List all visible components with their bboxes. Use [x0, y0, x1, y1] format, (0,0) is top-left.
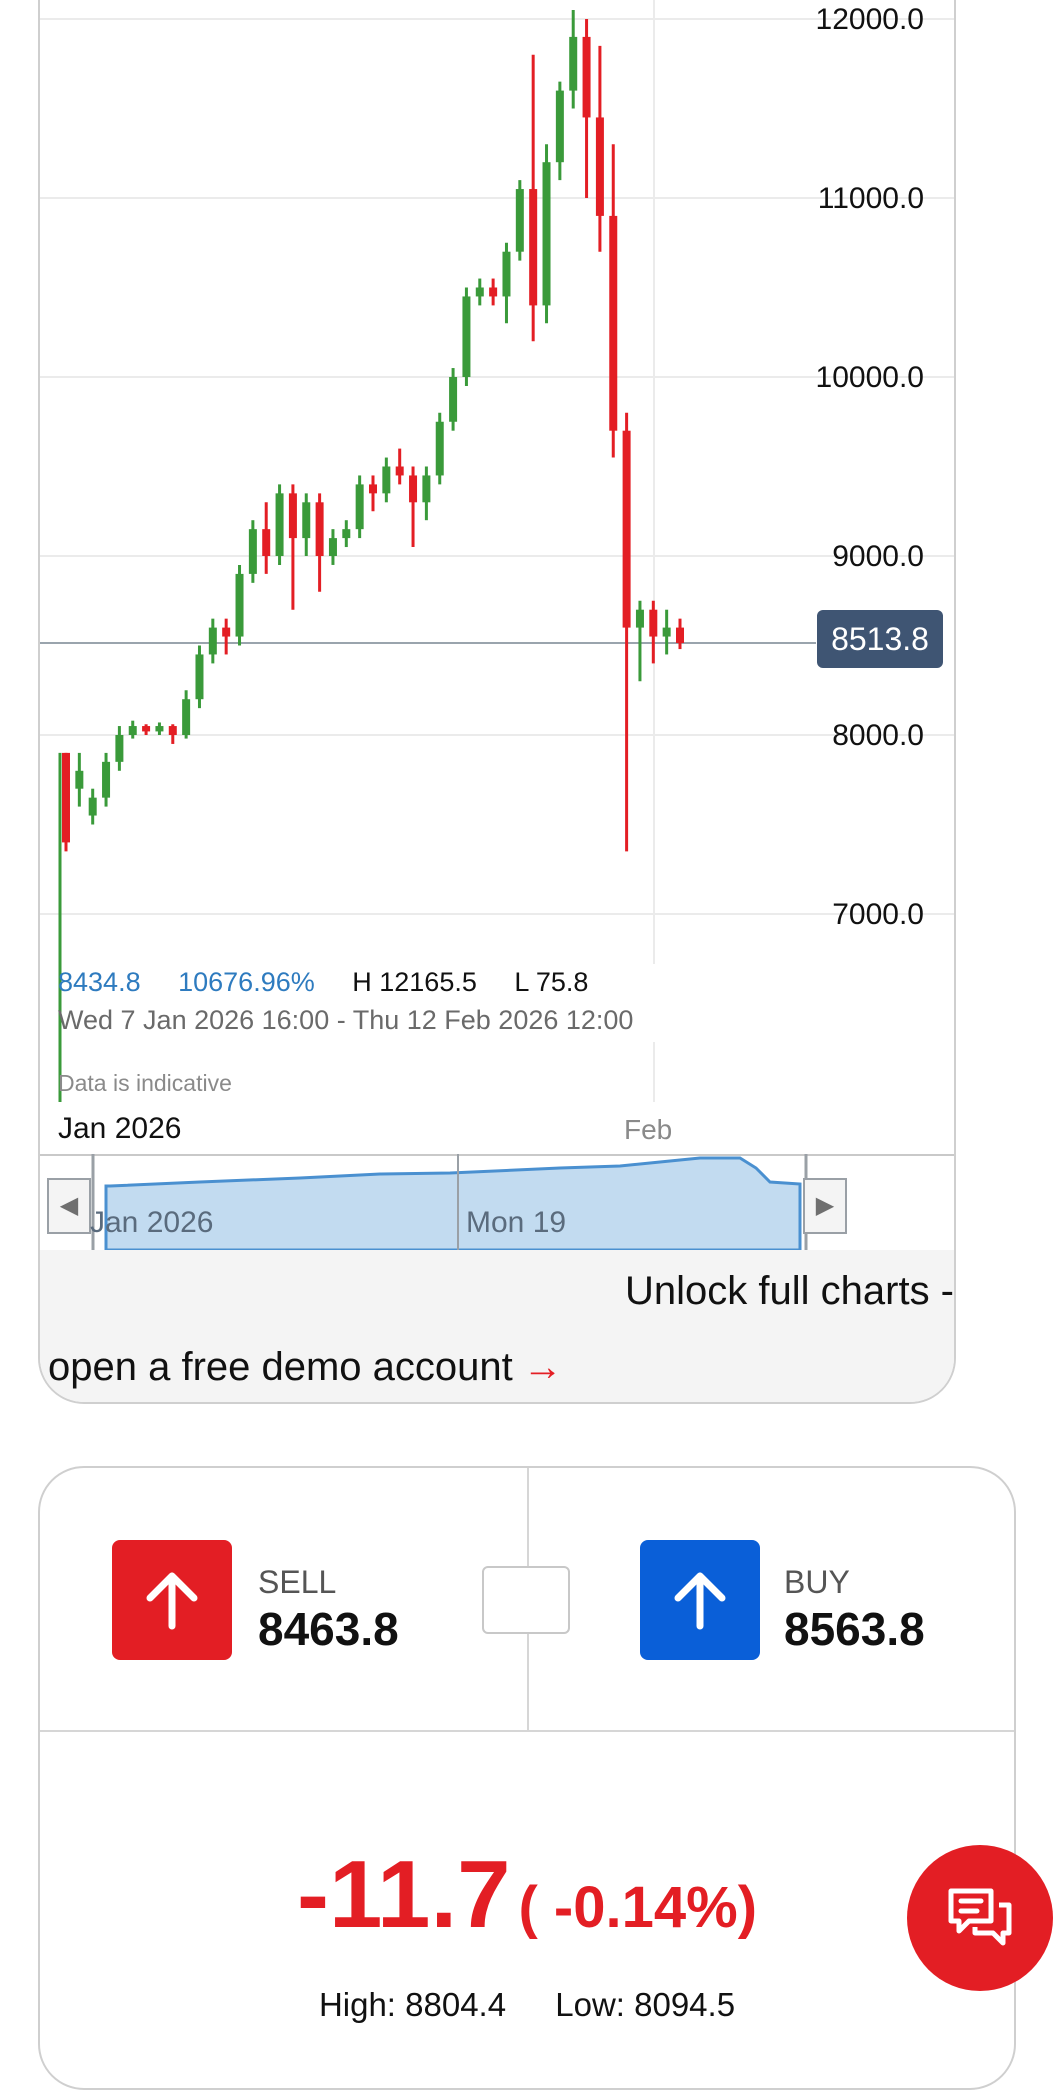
candle-body [449, 377, 458, 422]
y-tick-label: 7000.0 [832, 898, 924, 931]
candle-body [208, 627, 217, 655]
candle-body [649, 609, 658, 637]
unlock-text-line2[interactable]: open a free demo account [48, 1345, 513, 1389]
candle-body [542, 162, 551, 306]
candle-body [422, 475, 431, 503]
buy-price: 8563.8 [784, 1603, 925, 1655]
candle-body [288, 493, 297, 539]
x-axis-feb-label: Feb [624, 1114, 673, 1145]
candle-body [395, 466, 404, 476]
buy-button[interactable] [640, 1540, 760, 1660]
stats-low: L 75.8 [514, 967, 589, 997]
candle-body [355, 484, 364, 530]
candle-body [409, 475, 418, 503]
indicative-disclaimer: Data is indicative [58, 1070, 232, 1096]
y-tick-label: 8000.0 [832, 719, 924, 752]
change-value: -11.7 [296, 1841, 511, 1948]
stats-high: H 12165.5 [352, 967, 477, 997]
sell-label: SELL [258, 1564, 337, 1600]
candle-body [115, 735, 124, 762]
buy-label: BUY [784, 1564, 850, 1600]
open-demo-account-link[interactable]: open a free demo account → [48, 1345, 563, 1390]
candle-body [142, 726, 151, 732]
day-high-low: High: 8804.4 Low: 8094.5 [40, 1986, 1014, 2024]
candle-body [502, 251, 511, 297]
candle-body [369, 484, 377, 494]
candle-body [489, 287, 498, 297]
candle-body [662, 627, 671, 637]
candle-body [182, 699, 191, 735]
navigator-label-left: Jan 2026 [90, 1206, 214, 1239]
day-low: Low: 8094.5 [555, 1986, 736, 2023]
y-tick-label: 11000.0 [818, 182, 924, 215]
candle-body [609, 215, 618, 431]
candle-body [302, 502, 311, 539]
price-chart-card: 12000.0 11000.0 10000.0 9000.0 8000.0 7000.0 … [38, 0, 956, 1404]
trade-divider-horizontal [40, 1730, 1014, 1732]
arrow-up-icon [674, 1572, 726, 1630]
candle-body [195, 654, 204, 700]
candle-body [262, 529, 271, 556]
change-percent: ( -0.14%) [518, 1875, 758, 1940]
arrow-up-icon [146, 1572, 198, 1630]
navigator-label-mid: Mon 19 [466, 1206, 567, 1239]
candle-body [475, 287, 484, 297]
candle-body [222, 627, 231, 637]
trade-panel: SELL 8463.8 BUY 8563.8 -11.7( -0.14%) Hi… [38, 1466, 1016, 2090]
candle-body [128, 726, 137, 735]
candle-body [515, 189, 524, 252]
navigator-left-arrow[interactable]: ◀ [47, 1178, 91, 1234]
candle-body [569, 36, 578, 91]
y-tick-label: 10000.0 [816, 361, 924, 394]
navigator-right-arrow[interactable]: ▶ [803, 1178, 847, 1234]
candle-body [75, 770, 84, 789]
current-price-tag: 8513.8 [817, 610, 943, 668]
candle-body [102, 761, 111, 798]
candle-body [168, 726, 177, 735]
y-tick-label: 9000.0 [832, 540, 924, 573]
sell-button[interactable] [112, 1540, 232, 1660]
candle-body [155, 726, 164, 732]
chat-bubbles-icon [948, 1888, 1012, 1946]
candle-body [676, 627, 684, 644]
candle-body [342, 529, 351, 539]
date-range: Wed 7 Jan 2026 16:00 - Thu 12 Feb 2026 1… [58, 1005, 634, 1035]
spread-box [482, 1566, 570, 1634]
chart-stats: 8434.8 10676.96% H 12165.5 L 75.8 [58, 967, 618, 998]
stats-change-pct: 10676.96% [178, 967, 315, 997]
candle-body [635, 609, 644, 628]
candle-body [88, 797, 97, 816]
day-high: High: 8804.4 [318, 1986, 507, 2023]
chat-button[interactable] [907, 1845, 1053, 1991]
candle-body [462, 296, 471, 377]
x-axis-month-label: Jan 2026 [58, 1112, 182, 1145]
candle-body [622, 430, 631, 628]
unlock-text-line1[interactable]: Unlock full charts - [625, 1269, 954, 1314]
price-change: -11.7( -0.14%) [40, 1840, 1014, 1950]
candle-body [582, 36, 591, 118]
arrow-right-icon: → [522, 1345, 563, 1389]
chevron-left-icon: ◀ [59, 1192, 79, 1219]
candle-body [315, 502, 324, 556]
stats-price: 8434.8 [58, 967, 141, 997]
candle-body [555, 90, 564, 163]
candle-body [435, 421, 444, 476]
candle-body [275, 493, 284, 556]
candle-body [382, 466, 391, 494]
candle-body [62, 752, 70, 843]
candle-body [235, 573, 244, 637]
candle-body [529, 189, 538, 306]
candle-body [595, 117, 604, 216]
candle-body [248, 529, 257, 574]
sell-price: 8463.8 [258, 1603, 399, 1655]
chevron-right-icon: ▶ [815, 1192, 835, 1219]
candle-body [328, 538, 337, 556]
y-tick-label: 12000.0 [816, 3, 924, 36]
